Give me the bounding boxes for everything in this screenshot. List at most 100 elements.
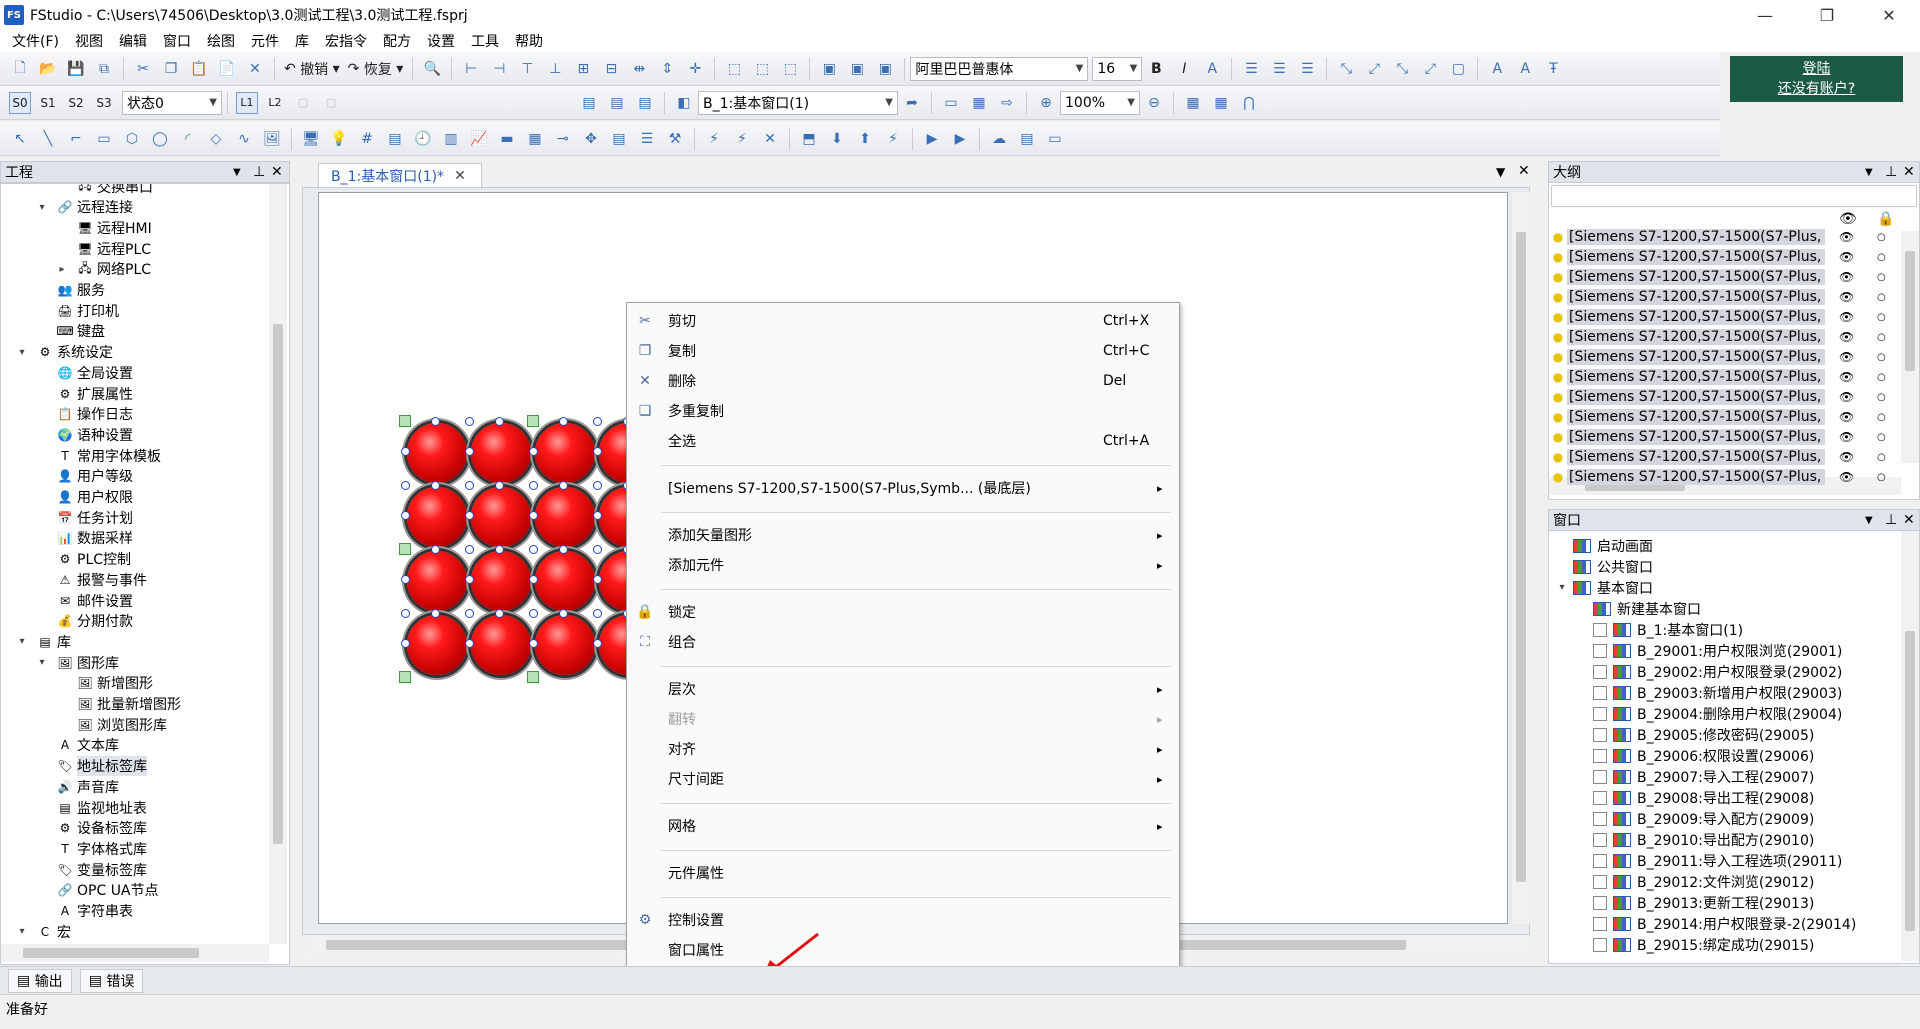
state-s0-button[interactable]: S0	[9, 91, 31, 114]
view-grid-window-icon[interactable]: ▦	[968, 92, 990, 114]
text-align-right-icon[interactable]: ☰	[1296, 58, 1318, 80]
component-icon[interactable]: ⚒	[664, 128, 686, 150]
tree-item[interactable]: T 字体格式库	[57, 838, 147, 859]
indicator-lamp[interactable]	[535, 487, 595, 547]
magnet-icon[interactable]: ⋂	[1238, 92, 1260, 114]
eye-icon[interactable]: 👁	[1839, 310, 1854, 324]
context-menu-item[interactable]: ⛶ 组合	[627, 628, 1179, 656]
tree-item[interactable]: 📊 数据采样	[57, 528, 133, 549]
line-icon[interactable]: ╲	[37, 128, 59, 150]
chevron-down-icon[interactable]: ▼	[233, 167, 241, 178]
selection-handle[interactable]	[529, 545, 538, 554]
chevron-down-icon[interactable]: ▼	[1865, 167, 1873, 178]
tree-item[interactable]: A 字符串表	[57, 901, 133, 922]
outline-item[interactable]: ● [Siemens S7-1200,S7-1500(S7-Plus, 👁 ○	[1549, 227, 1919, 247]
context-menu-item[interactable]: ✕ 删除 Del	[627, 367, 1179, 395]
window-checkbox[interactable]	[1593, 769, 1607, 784]
close-icon[interactable]: ✕	[271, 164, 283, 180]
menu-item-11[interactable]: 帮助	[507, 31, 551, 51]
italic-button[interactable]: I	[1173, 58, 1195, 80]
data-table-icon[interactable]: ▦	[524, 128, 546, 150]
indicator-lamp[interactable]	[407, 487, 467, 547]
selection-handle[interactable]	[401, 447, 410, 456]
window-tree-item[interactable]: B_29010:导出配方(29010)	[1593, 829, 1814, 850]
indicator-lamp[interactable]	[407, 615, 467, 675]
collapse-icon[interactable]: ▾	[15, 347, 29, 358]
tree-item[interactable]: 🖼 浏览图形库	[77, 714, 167, 735]
indicator-lamp[interactable]	[471, 615, 531, 675]
eye-icon[interactable]: 👁	[1839, 211, 1857, 227]
selection-handle[interactable]	[559, 481, 568, 490]
selection-handle[interactable]	[559, 545, 568, 554]
tree-item[interactable]: 🖼 批量新增图形	[77, 694, 181, 715]
csv-icon[interactable]: ▤	[1016, 128, 1038, 150]
tree-item[interactable]: 🖥 远程HMI	[77, 217, 151, 238]
unlocked-icon[interactable]: ○	[1877, 452, 1886, 463]
window-select[interactable]: B_1:基本窗口(1) ▼	[698, 90, 898, 115]
selection-handle[interactable]	[431, 481, 440, 490]
menu-item-8[interactable]: 配方	[375, 31, 419, 51]
tree-item[interactable]: ▾ 🖼 图形库	[39, 652, 119, 673]
canvas-vertical-scrollbar[interactable]	[1512, 192, 1530, 924]
tree-item[interactable]: 🏷 变量标签库	[57, 859, 147, 880]
close-icon[interactable]: ✕	[1518, 163, 1530, 179]
outline-item[interactable]: ● [Siemens S7-1200,S7-1500(S7-Plus, 👁 ○	[1549, 427, 1919, 447]
outline-search-input[interactable]	[1551, 185, 1917, 207]
window-checkbox[interactable]	[1593, 832, 1607, 847]
selection-handle[interactable]	[431, 545, 440, 554]
unlocked-icon[interactable]: ○	[1877, 272, 1886, 283]
unlocked-icon[interactable]: ○	[1877, 292, 1886, 303]
polygon-icon[interactable]: ⬡	[121, 128, 143, 150]
run-offline-icon[interactable]: ▶	[949, 128, 971, 150]
indicator-lamp[interactable]	[535, 423, 595, 483]
delete-icon[interactable]: ✕	[244, 58, 266, 80]
display-icon[interactable]: 🖥	[300, 128, 322, 150]
tree-item[interactable]: 🔊 声音库	[57, 776, 119, 797]
context-menu-item[interactable]: ✂ 剪切 Ctrl+X	[627, 307, 1179, 335]
window-tree-item[interactable]: 启动画面	[1573, 535, 1653, 556]
window-checkbox[interactable]	[1593, 937, 1607, 952]
window-tree-item[interactable]: B_29006:权限设置(29006)	[1593, 745, 1814, 766]
window-tree-item[interactable]: 新建基本窗口	[1593, 598, 1701, 619]
context-menu-item[interactable]: 尺寸间距 ▸	[627, 765, 1179, 793]
align-top-icon[interactable]: ⊥	[544, 58, 566, 80]
collapse-icon[interactable]: ▾	[35, 657, 49, 668]
menu-item-5[interactable]: 元件	[243, 31, 287, 51]
tree-item[interactable]: 🖨 打印机	[57, 300, 119, 321]
selection-handle[interactable]	[529, 481, 538, 490]
battery-icon[interactable]: ▭	[1044, 128, 1066, 150]
list-icon[interactable]: ☰	[636, 128, 658, 150]
trend-icon[interactable]: 📈	[468, 128, 490, 150]
context-menu-item[interactable]: 层次 ▸	[627, 675, 1179, 703]
context-menu-item[interactable]: [Siemens S7-1200,S7-1500(S7-Plus,Symb...…	[627, 474, 1179, 502]
picture-icon[interactable]: 🖼	[261, 128, 283, 150]
lock-icon[interactable]: 🔒	[1877, 211, 1894, 227]
selection-handle[interactable]	[465, 575, 474, 584]
resize-icon[interactable]: ⤡	[1391, 58, 1413, 80]
selection-handle[interactable]	[593, 609, 602, 618]
bar-icon[interactable]: ▥	[440, 128, 462, 150]
window-checkbox[interactable]	[1593, 853, 1607, 868]
curve-icon[interactable]: ∿	[233, 128, 255, 150]
pointer-icon[interactable]: ↖	[9, 128, 31, 150]
layer-l1-button[interactable]: L1	[236, 91, 258, 114]
tool-d-icon[interactable]: ⚡	[882, 128, 904, 150]
resize-icon[interactable]: ⤡	[1335, 58, 1357, 80]
outline-item[interactable]: ● [Siemens S7-1200,S7-1500(S7-Plus, 👁 ○	[1549, 287, 1919, 307]
tree-item[interactable]: ⚙ 扩展属性	[57, 383, 133, 404]
save-icon[interactable]: 💾	[65, 58, 87, 80]
align-bottom-icon[interactable]: ⊟	[600, 58, 622, 80]
goto-window-icon[interactable]: ➦	[901, 92, 923, 114]
selection-handle[interactable]	[465, 481, 474, 490]
clock-icon[interactable]: 🕘	[412, 128, 434, 150]
tab-errors[interactable]: ▤ 错误	[79, 968, 144, 993]
unlocked-icon[interactable]: ○	[1877, 372, 1886, 383]
unlocked-icon[interactable]: ○	[1877, 412, 1886, 423]
context-menu-item[interactable]: 添加元件 ▸	[627, 551, 1179, 579]
outline-item[interactable]: ● [Siemens S7-1200,S7-1500(S7-Plus, 👁 ○	[1549, 307, 1919, 327]
selection-handle[interactable]	[559, 609, 568, 618]
move-icon[interactable]: ✥	[580, 128, 602, 150]
eye-icon[interactable]: 👁	[1839, 230, 1854, 244]
vertical-scrollbar[interactable]	[269, 184, 287, 944]
run-online-icon[interactable]: ▶	[921, 128, 943, 150]
